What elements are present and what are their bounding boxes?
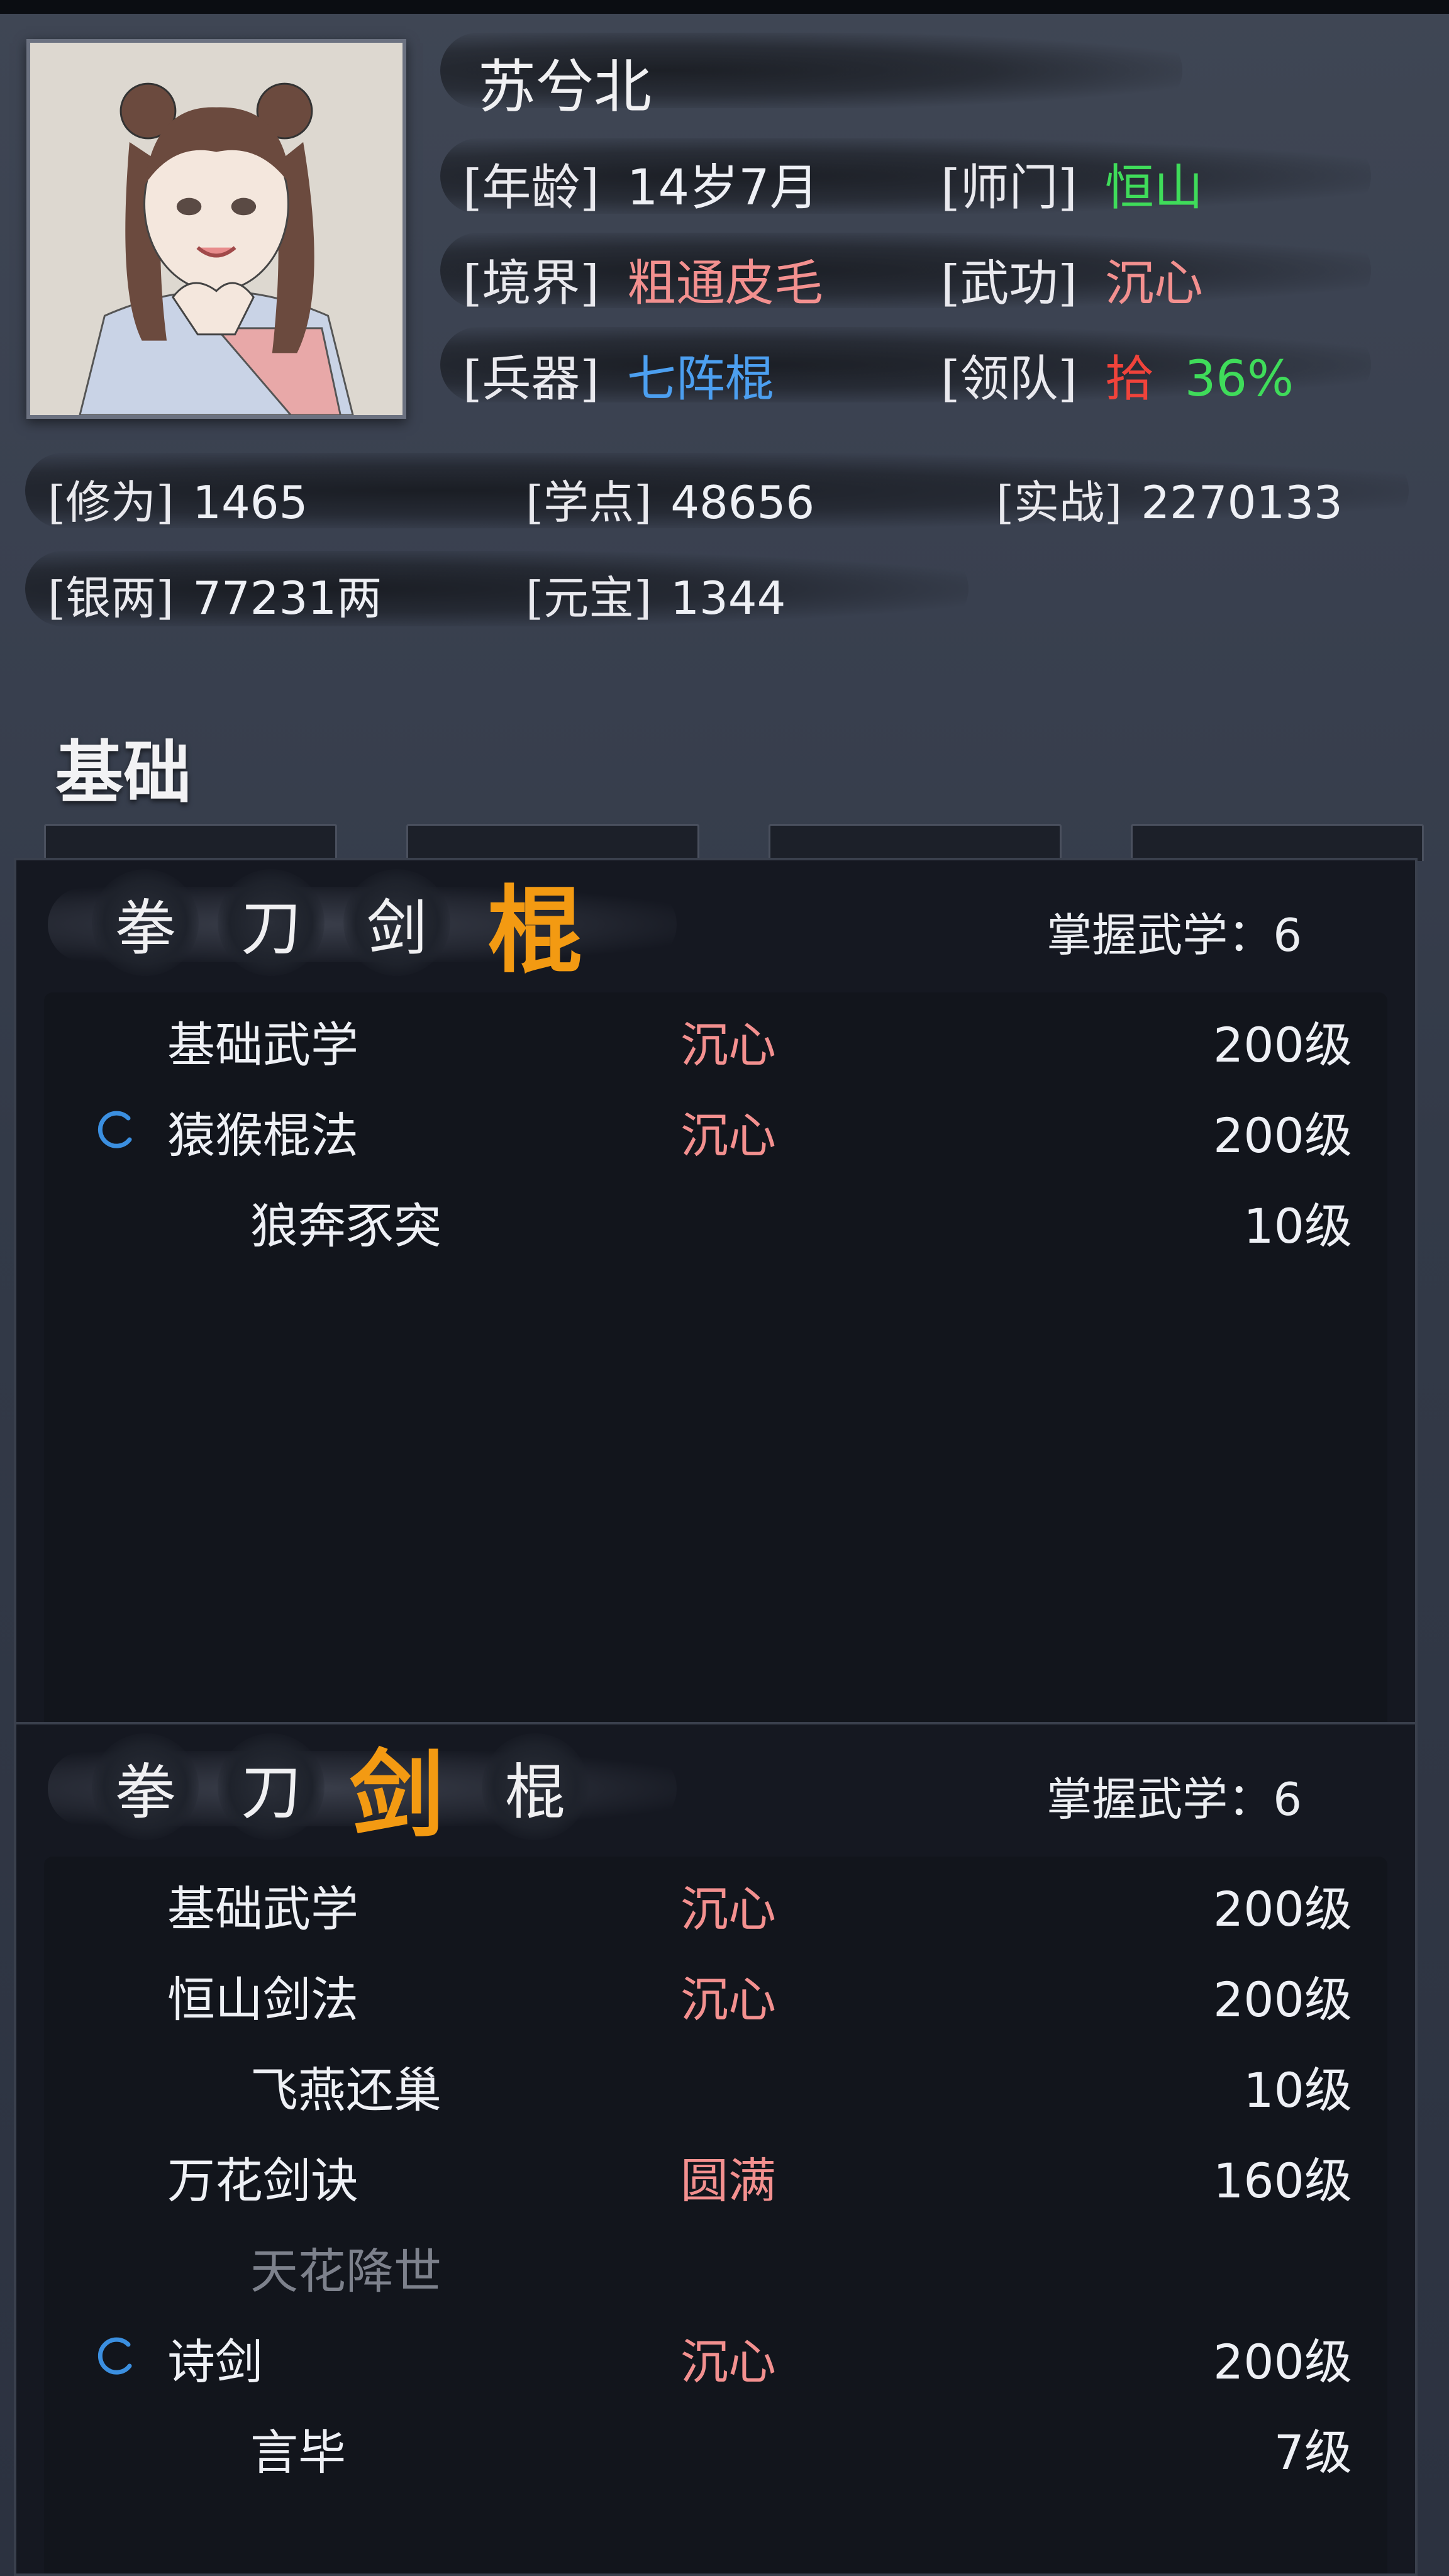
skill-row[interactable]: 万花剑诀 圆满 160级 [44,2128,1387,2219]
skill-list: 基础武学 沉心 200级 猿猴棍法 沉心 200级 狼奔豕突 10级 [44,992,1387,1722]
skill-state: 沉心 [680,1881,776,1937]
skill-level: 160级 [1213,2153,1352,2209]
tab-stub[interactable] [44,824,337,861]
field-martial: [武功] 沉心 [941,255,1203,312]
skill-name: 猿猴棍法 [167,1108,358,1163]
skill-panel-sword: 拳 刀 剑 棍 掌握武学：6 基础武学 沉心 200级 恒山剑法 沉心 200级… [14,1722,1418,2576]
category-fist[interactable]: 拳 [92,869,199,976]
skill-row[interactable]: 基础武学 沉心 200级 [44,1857,1387,1947]
skill-state: 沉心 [680,1108,776,1163]
stat-study-points: [学点] 48656 [526,476,815,529]
skill-row[interactable]: 基础武学 沉心 200级 [44,992,1387,1083]
skill-state: 圆满 [680,2153,776,2209]
mastery-count: 掌握武学：6 [1046,1773,1302,1826]
tab-stub[interactable] [769,824,1062,861]
skill-row[interactable]: 猿猴棍法 沉心 200级 [44,1083,1387,1174]
skill-name: 飞燕还巢 [250,2062,441,2118]
skill-row-sub[interactable]: 言毕 7级 [44,2400,1387,2490]
status-bar [0,0,1449,14]
skill-level: 200级 [1213,1108,1352,1163]
skill-level: 200级 [1213,1017,1352,1073]
stat-combat: [实战] 2270133 [996,476,1343,529]
skill-name: 万花剑诀 [167,2153,358,2209]
skill-list: 基础武学 沉心 200级 恒山剑法 沉心 200级 飞燕还巢 10级 万花剑诀 … [44,1857,1387,2573]
portrait-illustration [30,43,402,415]
category-fist[interactable]: 拳 [92,1733,199,1840]
field-realm: [境界] 粗通皮毛 [463,255,823,312]
skill-name: 言毕 [250,2424,346,2480]
skill-row[interactable]: 恒山剑法 沉心 200级 [44,1947,1387,2038]
stat-silver: [银两] 77231两 [48,572,382,625]
skill-row-sub[interactable]: 飞燕还巢 10级 [44,2038,1387,2128]
character-name: 苏兮北 [478,53,652,121]
skill-row-sub-locked[interactable]: 天花降世 [44,2219,1387,2309]
skill-name: 天花降世 [250,2243,441,2299]
skill-level: 10级 [1243,1198,1352,1254]
category-blade[interactable]: 刀 [218,1733,325,1840]
category-staff-active[interactable]: 棍 [482,869,589,986]
skill-level: 200级 [1213,1972,1352,2028]
skill-row[interactable]: 诗剑 沉心 200级 [44,2309,1387,2400]
field-leader: [领队] 拾 36% [941,351,1294,408]
category-sword-active[interactable]: 剑 [343,1733,450,1850]
skill-level: 200级 [1213,1881,1352,1937]
skill-level: 10级 [1243,2062,1352,2118]
field-age: [年龄] 14岁7月 [463,160,819,216]
skill-name: 诗剑 [167,2334,263,2390]
stat-cultivation: [修为] 1465 [48,476,308,529]
skill-name: 狼奔豕突 [250,1198,441,1254]
equipped-ring-icon [97,1111,132,1148]
skill-level: 200级 [1213,2334,1352,2390]
category-blade[interactable]: 刀 [218,869,325,976]
category-staff[interactable]: 棍 [482,1733,589,1840]
equipped-ring-icon [97,2337,132,2375]
skill-state: 沉心 [680,1017,776,1073]
skill-name: 基础武学 [167,1017,358,1073]
category-sword[interactable]: 剑 [343,869,450,976]
character-portrait[interactable] [26,39,406,419]
mastery-count: 掌握武学：6 [1046,909,1302,962]
skill-state: 沉心 [680,1972,776,2028]
field-sect: [师门] 恒山 [941,160,1203,216]
section-title: 基础 [55,733,192,813]
skill-level: 7级 [1274,2424,1352,2480]
field-weapon: [兵器] 七阵棍 [463,351,774,408]
stat-ingots: [元宝] 1344 [526,572,786,625]
skill-row-sub[interactable]: 狼奔豕突 10级 [44,1174,1387,1264]
tab-stub[interactable] [1131,824,1424,861]
skill-panel-staff: 拳 刀 剑 棍 掌握武学：6 基础武学 沉心 200级 猿猴棍法 沉心 200级… [14,858,1418,1724]
skill-state: 沉心 [680,2334,776,2390]
skill-name: 基础武学 [167,1881,358,1937]
skill-name: 恒山剑法 [167,1972,358,2028]
